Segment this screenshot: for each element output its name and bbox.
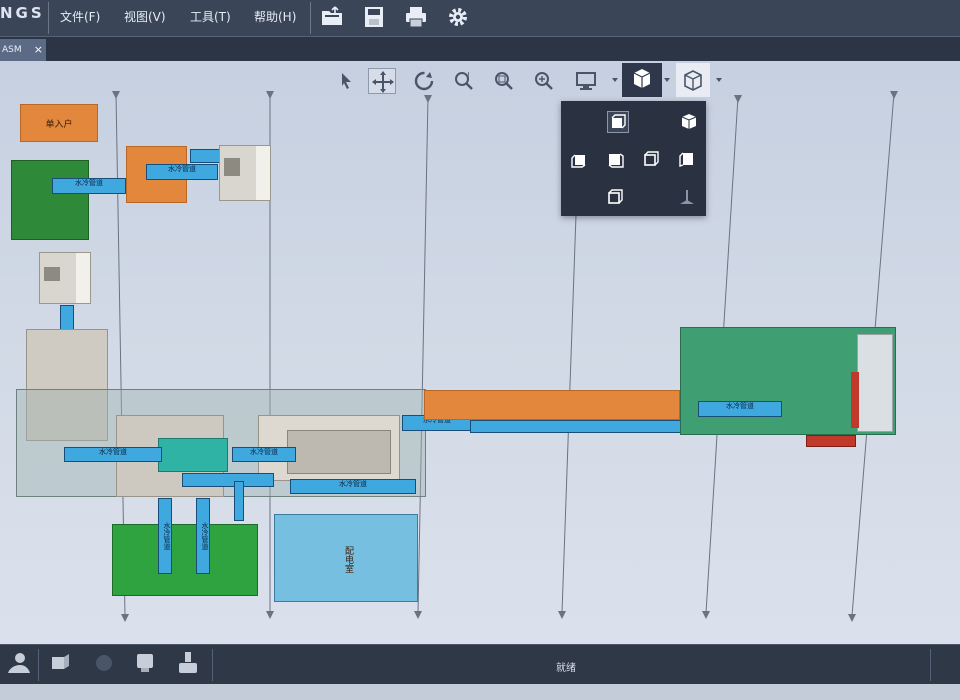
view-orientation-popup: [561, 101, 706, 216]
svg-text:!: !: [467, 71, 470, 80]
view-back-icon[interactable]: [605, 149, 627, 171]
view-style-cube-icon[interactable]: [676, 63, 710, 97]
pipe-label-bar: 水冷管道: [232, 447, 296, 462]
pan-move-icon[interactable]: [368, 68, 396, 94]
green-room-top-left: [11, 160, 89, 240]
equipment-detail: [44, 267, 60, 281]
entry-room: 单入户: [20, 104, 98, 142]
view-front-icon[interactable]: [607, 111, 629, 133]
view-bottom-icon[interactable]: [605, 187, 627, 209]
menu-item-tools[interactable]: 工具(T): [190, 8, 231, 25]
chevron-down-icon[interactable]: [664, 78, 670, 82]
teal-equipment: [158, 438, 228, 472]
bottom-toolbar: 就绪: [0, 644, 960, 685]
document-tabstrip: ASM ×: [0, 37, 960, 61]
print-icon[interactable]: [404, 5, 428, 29]
layers-icon[interactable]: [132, 649, 160, 679]
drawing-viewport[interactable]: ! 单入户 水冷管道 水冷管道 水冷管道 水冷管道 水冷管道 水冷管道 水冷管道…: [0, 61, 960, 644]
chevron-down-icon[interactable]: [716, 78, 722, 82]
document-tab-label: ASM: [2, 45, 22, 55]
rotate-view-icon[interactable]: [46, 649, 74, 679]
menu-separator: [48, 2, 49, 34]
view-left-icon[interactable]: [569, 149, 591, 171]
menu-separator: [310, 2, 311, 34]
pipe-segment: [190, 149, 220, 163]
menubar: NGS 文件(F) 视图(V) 工具(T) 帮助(H): [0, 0, 960, 37]
pipe-label-bar: 水冷管道: [196, 498, 210, 574]
equipment-panel: [76, 253, 90, 303]
view-iso-icon[interactable]: [679, 111, 701, 133]
entry-room-label: 单入户: [45, 120, 73, 130]
view-right-icon[interactable]: [641, 149, 663, 171]
green-room-bottom: [112, 524, 258, 596]
pipe-segment: [234, 481, 244, 521]
measure-icon[interactable]: [90, 649, 118, 679]
red-marker: [851, 372, 859, 428]
settings-gear-icon[interactable]: [446, 5, 470, 29]
select-arrow-icon[interactable]: [332, 68, 360, 94]
menu-item-file[interactable]: 文件(F): [60, 8, 100, 25]
equipment-box: [219, 145, 271, 201]
view-orientation-cube-icon[interactable]: [622, 63, 662, 97]
menu-item-help[interactable]: 帮助(H): [254, 8, 296, 25]
orange-corridor: [424, 390, 680, 420]
view-rear-icon[interactable]: [677, 149, 699, 171]
export-icon[interactable]: [174, 649, 202, 679]
pipe-label-bar: 水冷管道: [698, 401, 782, 417]
document-tab[interactable]: ASM ×: [0, 39, 46, 61]
green-room-right: [680, 327, 896, 435]
menu-item-view[interactable]: 视图(V): [124, 8, 166, 25]
pipe-label-bar: 水冷管道: [64, 447, 162, 462]
pipe-label-bar: 水冷管道: [146, 164, 218, 180]
open-folder-icon[interactable]: [320, 5, 344, 29]
room-annex: [857, 334, 893, 432]
view-perspective-icon[interactable]: [677, 187, 699, 209]
toolbar-separator: [930, 649, 931, 681]
display-monitor-icon[interactable]: [572, 68, 600, 94]
pipe-label-bar: 水冷管道: [52, 178, 126, 194]
equipment-inner: [287, 430, 391, 474]
cyan-room-label: 配电室: [343, 545, 353, 573]
zoom-fit-icon[interactable]: [490, 68, 518, 94]
equipment-box: [39, 252, 91, 304]
rotate-icon[interactable]: [410, 68, 438, 94]
os-taskbar: [0, 684, 960, 700]
app-brand: NGS: [0, 4, 45, 22]
close-icon[interactable]: ×: [34, 39, 43, 61]
toolbar-separator: [38, 649, 39, 681]
zoom-window-icon[interactable]: !: [450, 68, 478, 94]
zoom-in-icon[interactable]: [530, 68, 558, 94]
chevron-down-icon[interactable]: [612, 78, 618, 82]
cyan-room: 配电室: [274, 514, 418, 602]
pipe-label-bar: 水冷管道: [290, 479, 416, 494]
equipment-detail: [224, 158, 240, 176]
equipment-panel: [256, 146, 270, 200]
pipe-segment: [182, 473, 274, 487]
user-icon[interactable]: [4, 649, 32, 679]
status-text: 就绪: [556, 663, 576, 674]
save-icon[interactable]: [362, 5, 386, 29]
pipe-label-bar: 水冷管道: [158, 498, 172, 574]
toolbar-separator: [212, 649, 213, 681]
red-equipment: [806, 435, 856, 447]
